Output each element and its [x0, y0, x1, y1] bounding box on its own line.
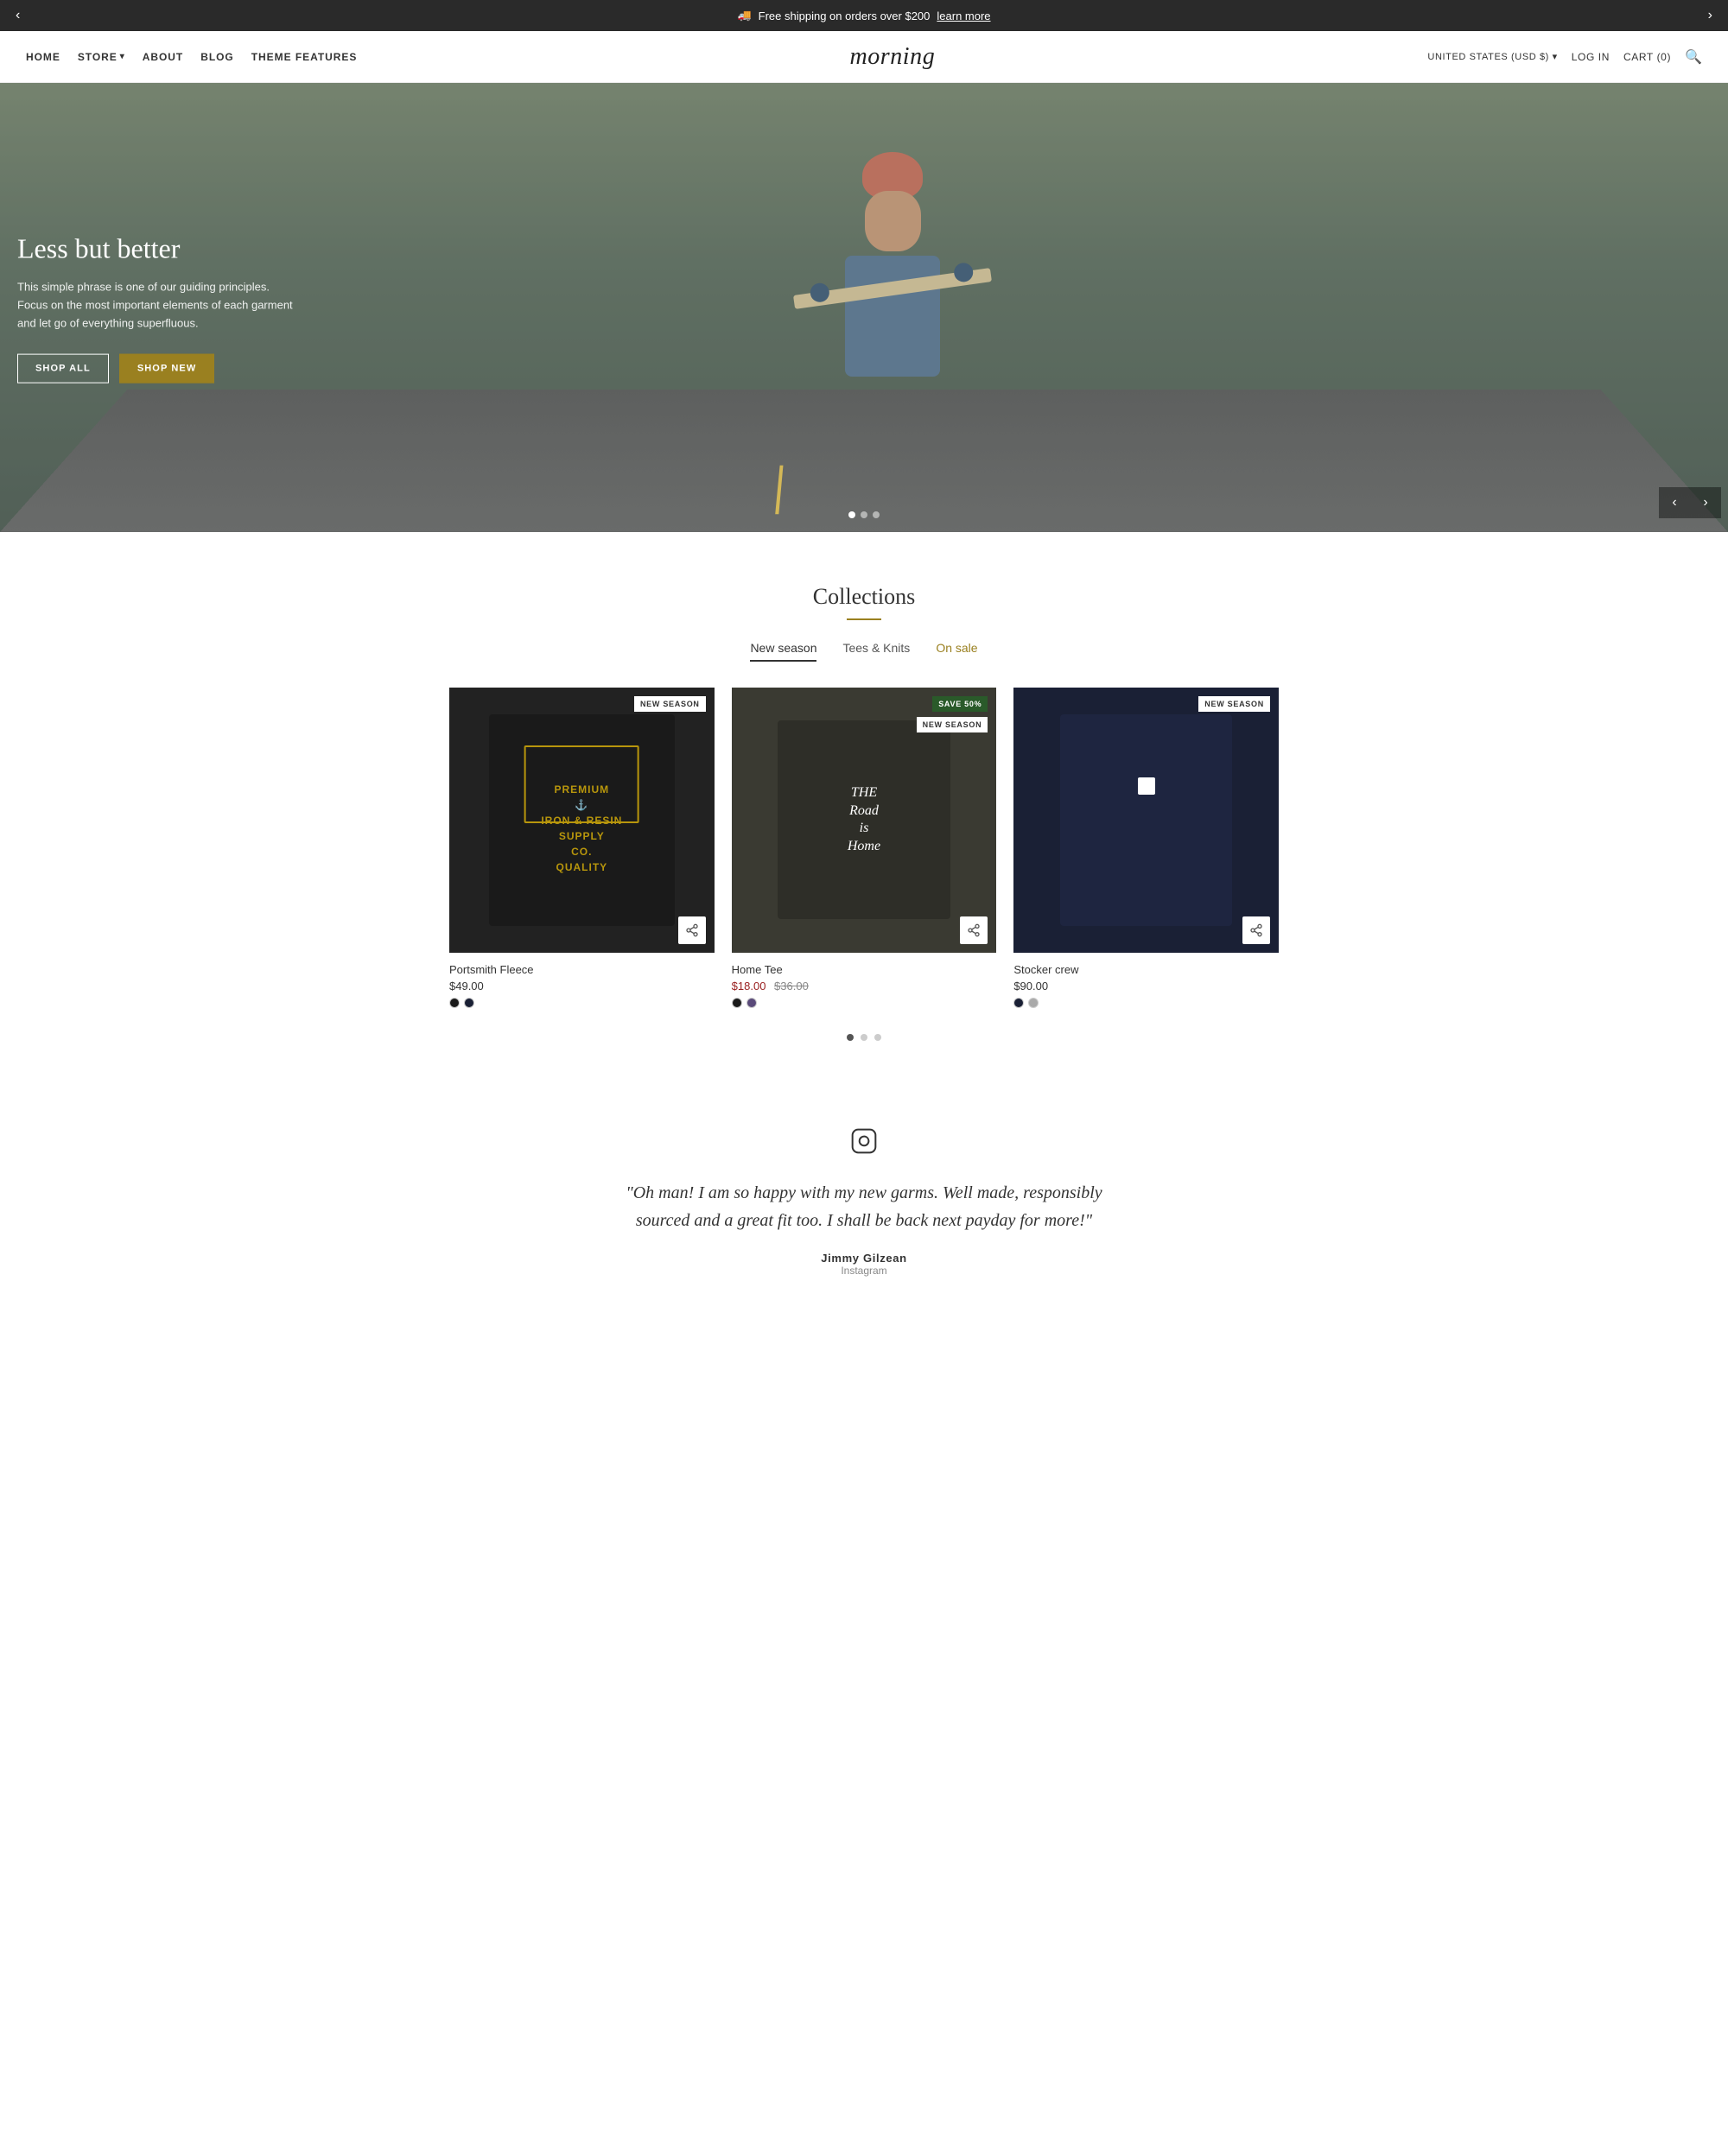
- hero-dot-2[interactable]: [861, 511, 867, 518]
- hero-prev-button[interactable]: ‹: [1659, 487, 1690, 518]
- product-card-crew: NEW SEASON Stocker crew $90.00: [1013, 688, 1279, 1008]
- nav-blog[interactable]: BLOG: [200, 51, 234, 63]
- hero-headline: Less but better: [17, 232, 294, 265]
- hero-dot-3[interactable]: [873, 511, 880, 518]
- collections-tabs: New season Tees & Knits On sale: [17, 641, 1711, 662]
- product-badge-save-tee: SAVE 50%: [932, 696, 988, 712]
- swatch-navy-fleece[interactable]: [464, 998, 474, 1008]
- header: HOME STORE ▾ ABOUT BLOG THEME FEATURES m…: [0, 31, 1728, 83]
- announcement-text: Free shipping on orders over $200: [759, 10, 931, 22]
- product-share-button-fleece[interactable]: [678, 916, 706, 944]
- pagination-dot-2[interactable]: [861, 1034, 867, 1041]
- testimonial-handle: Instagram: [622, 1265, 1106, 1277]
- swatch-purple-tee[interactable]: [746, 998, 757, 1008]
- nav-left: HOME STORE ▾ ABOUT BLOG THEME FEATURES: [26, 51, 357, 63]
- announcement-bar: ‹ 🚚 Free shipping on orders over $200 le…: [0, 0, 1728, 31]
- nav-home[interactable]: HOME: [26, 51, 60, 63]
- instagram-icon: [622, 1127, 1106, 1162]
- swatch-black-fleece[interactable]: [449, 998, 460, 1008]
- product-badge-new-tee: NEW SEASON: [917, 717, 988, 732]
- tab-new-season[interactable]: New season: [750, 641, 816, 662]
- product-price-crew: $90.00: [1013, 980, 1279, 992]
- hero-content: Less but better This simple phrase is on…: [17, 232, 294, 384]
- truck-icon: 🚚: [737, 9, 751, 22]
- pagination-dot-1[interactable]: [847, 1034, 854, 1041]
- testimonial-wrapper: ‹ "Oh man! I am so happy with my new gar…: [0, 1075, 1728, 1328]
- product-image-tee: SAVE 50% NEW SEASON THERoadisHome: [732, 688, 997, 953]
- pagination-dots: [17, 1034, 1711, 1041]
- product-image-crew: NEW SEASON: [1013, 688, 1279, 953]
- tab-tees-knits[interactable]: Tees & Knits: [842, 641, 910, 662]
- swatch-black-tee[interactable]: [732, 998, 742, 1008]
- product-swatches-crew: [1013, 998, 1279, 1008]
- hero-next-button[interactable]: ›: [1690, 487, 1721, 518]
- hero-buttons: SHOP ALL SHOP NEW: [17, 353, 294, 383]
- swatch-navy-crew[interactable]: [1013, 998, 1024, 1008]
- product-swatches-fleece: [449, 998, 715, 1008]
- product-name-tee: Home Tee: [732, 963, 997, 976]
- product-original-price-tee: $36.00: [774, 980, 809, 992]
- product-swatches-tee: [732, 998, 997, 1008]
- tee-logo-text: THERoadisHome: [848, 784, 880, 856]
- product-grid: NEW SEASON PREMIUM⚓IRON & RESINSUPPLYCO.…: [441, 688, 1287, 1008]
- collections-title: Collections: [17, 584, 1711, 610]
- region-chevron-icon: ▾: [1553, 52, 1558, 62]
- collections-section: Collections New season Tees & Knits On s…: [0, 532, 1728, 1075]
- nav-region[interactable]: UNITED STATES (USD $) ▾: [1427, 51, 1557, 62]
- announcement-next-button[interactable]: ›: [1701, 4, 1719, 27]
- product-name-crew: Stocker crew: [1013, 963, 1279, 976]
- announcement-prev-button[interactable]: ‹: [9, 4, 27, 27]
- search-icon[interactable]: 🔍: [1685, 48, 1702, 66]
- testimonial-author: Jimmy Gilzean: [622, 1252, 1106, 1265]
- product-name-fleece: Portsmith Fleece: [449, 963, 715, 976]
- shop-new-button[interactable]: SHOP NEW: [119, 353, 215, 383]
- hero-section: Less but better This simple phrase is on…: [0, 83, 1728, 532]
- nav-store[interactable]: STORE ▾: [78, 51, 125, 63]
- nav-about[interactable]: ABOUT: [143, 51, 183, 63]
- testimonial-quote: "Oh man! I am so happy with my new garms…: [622, 1179, 1106, 1234]
- store-chevron-icon: ▾: [120, 52, 125, 61]
- fleece-logo-text: PREMIUM⚓IRON & RESINSUPPLYCO.QUALITY: [541, 782, 622, 875]
- testimonial-section: "Oh man! I am so happy with my new garms…: [605, 1075, 1123, 1328]
- nav-theme-features[interactable]: THEME FEATURES: [251, 51, 358, 63]
- product-card-fleece: NEW SEASON PREMIUM⚓IRON & RESINSUPPLYCO.…: [449, 688, 715, 1008]
- hero-dot-1[interactable]: [848, 511, 855, 518]
- brand-logo[interactable]: morning: [849, 43, 935, 71]
- nav-right: UNITED STATES (USD $) ▾ LOG IN CART (0) …: [1427, 48, 1702, 66]
- shop-all-button[interactable]: SHOP ALL: [17, 353, 109, 383]
- hero-dots: [848, 511, 880, 518]
- pagination-dot-3[interactable]: [874, 1034, 881, 1041]
- hero-body: This simple phrase is one of our guiding…: [17, 279, 294, 333]
- announcement-link[interactable]: learn more: [937, 10, 990, 22]
- nav-cart[interactable]: CART (0): [1623, 51, 1671, 63]
- product-price-tee: $18.00 $36.00: [732, 980, 997, 992]
- product-share-button-tee[interactable]: [960, 916, 988, 944]
- product-price-fleece: $49.00: [449, 980, 715, 992]
- tab-on-sale[interactable]: On sale: [936, 641, 977, 662]
- collections-underline: [847, 618, 881, 620]
- product-card-tee: SAVE 50% NEW SEASON THERoadisHome Home T…: [732, 688, 997, 1008]
- product-sale-price-tee: $18.00: [732, 980, 766, 992]
- product-badge-crew: NEW SEASON: [1198, 696, 1270, 712]
- product-share-button-crew[interactable]: [1242, 916, 1270, 944]
- swatch-grey-crew[interactable]: [1028, 998, 1039, 1008]
- nav-login[interactable]: LOG IN: [1572, 51, 1610, 63]
- product-badge-fleece: NEW SEASON: [634, 696, 706, 712]
- product-image-fleece: NEW SEASON PREMIUM⚓IRON & RESINSUPPLYCO.…: [449, 688, 715, 953]
